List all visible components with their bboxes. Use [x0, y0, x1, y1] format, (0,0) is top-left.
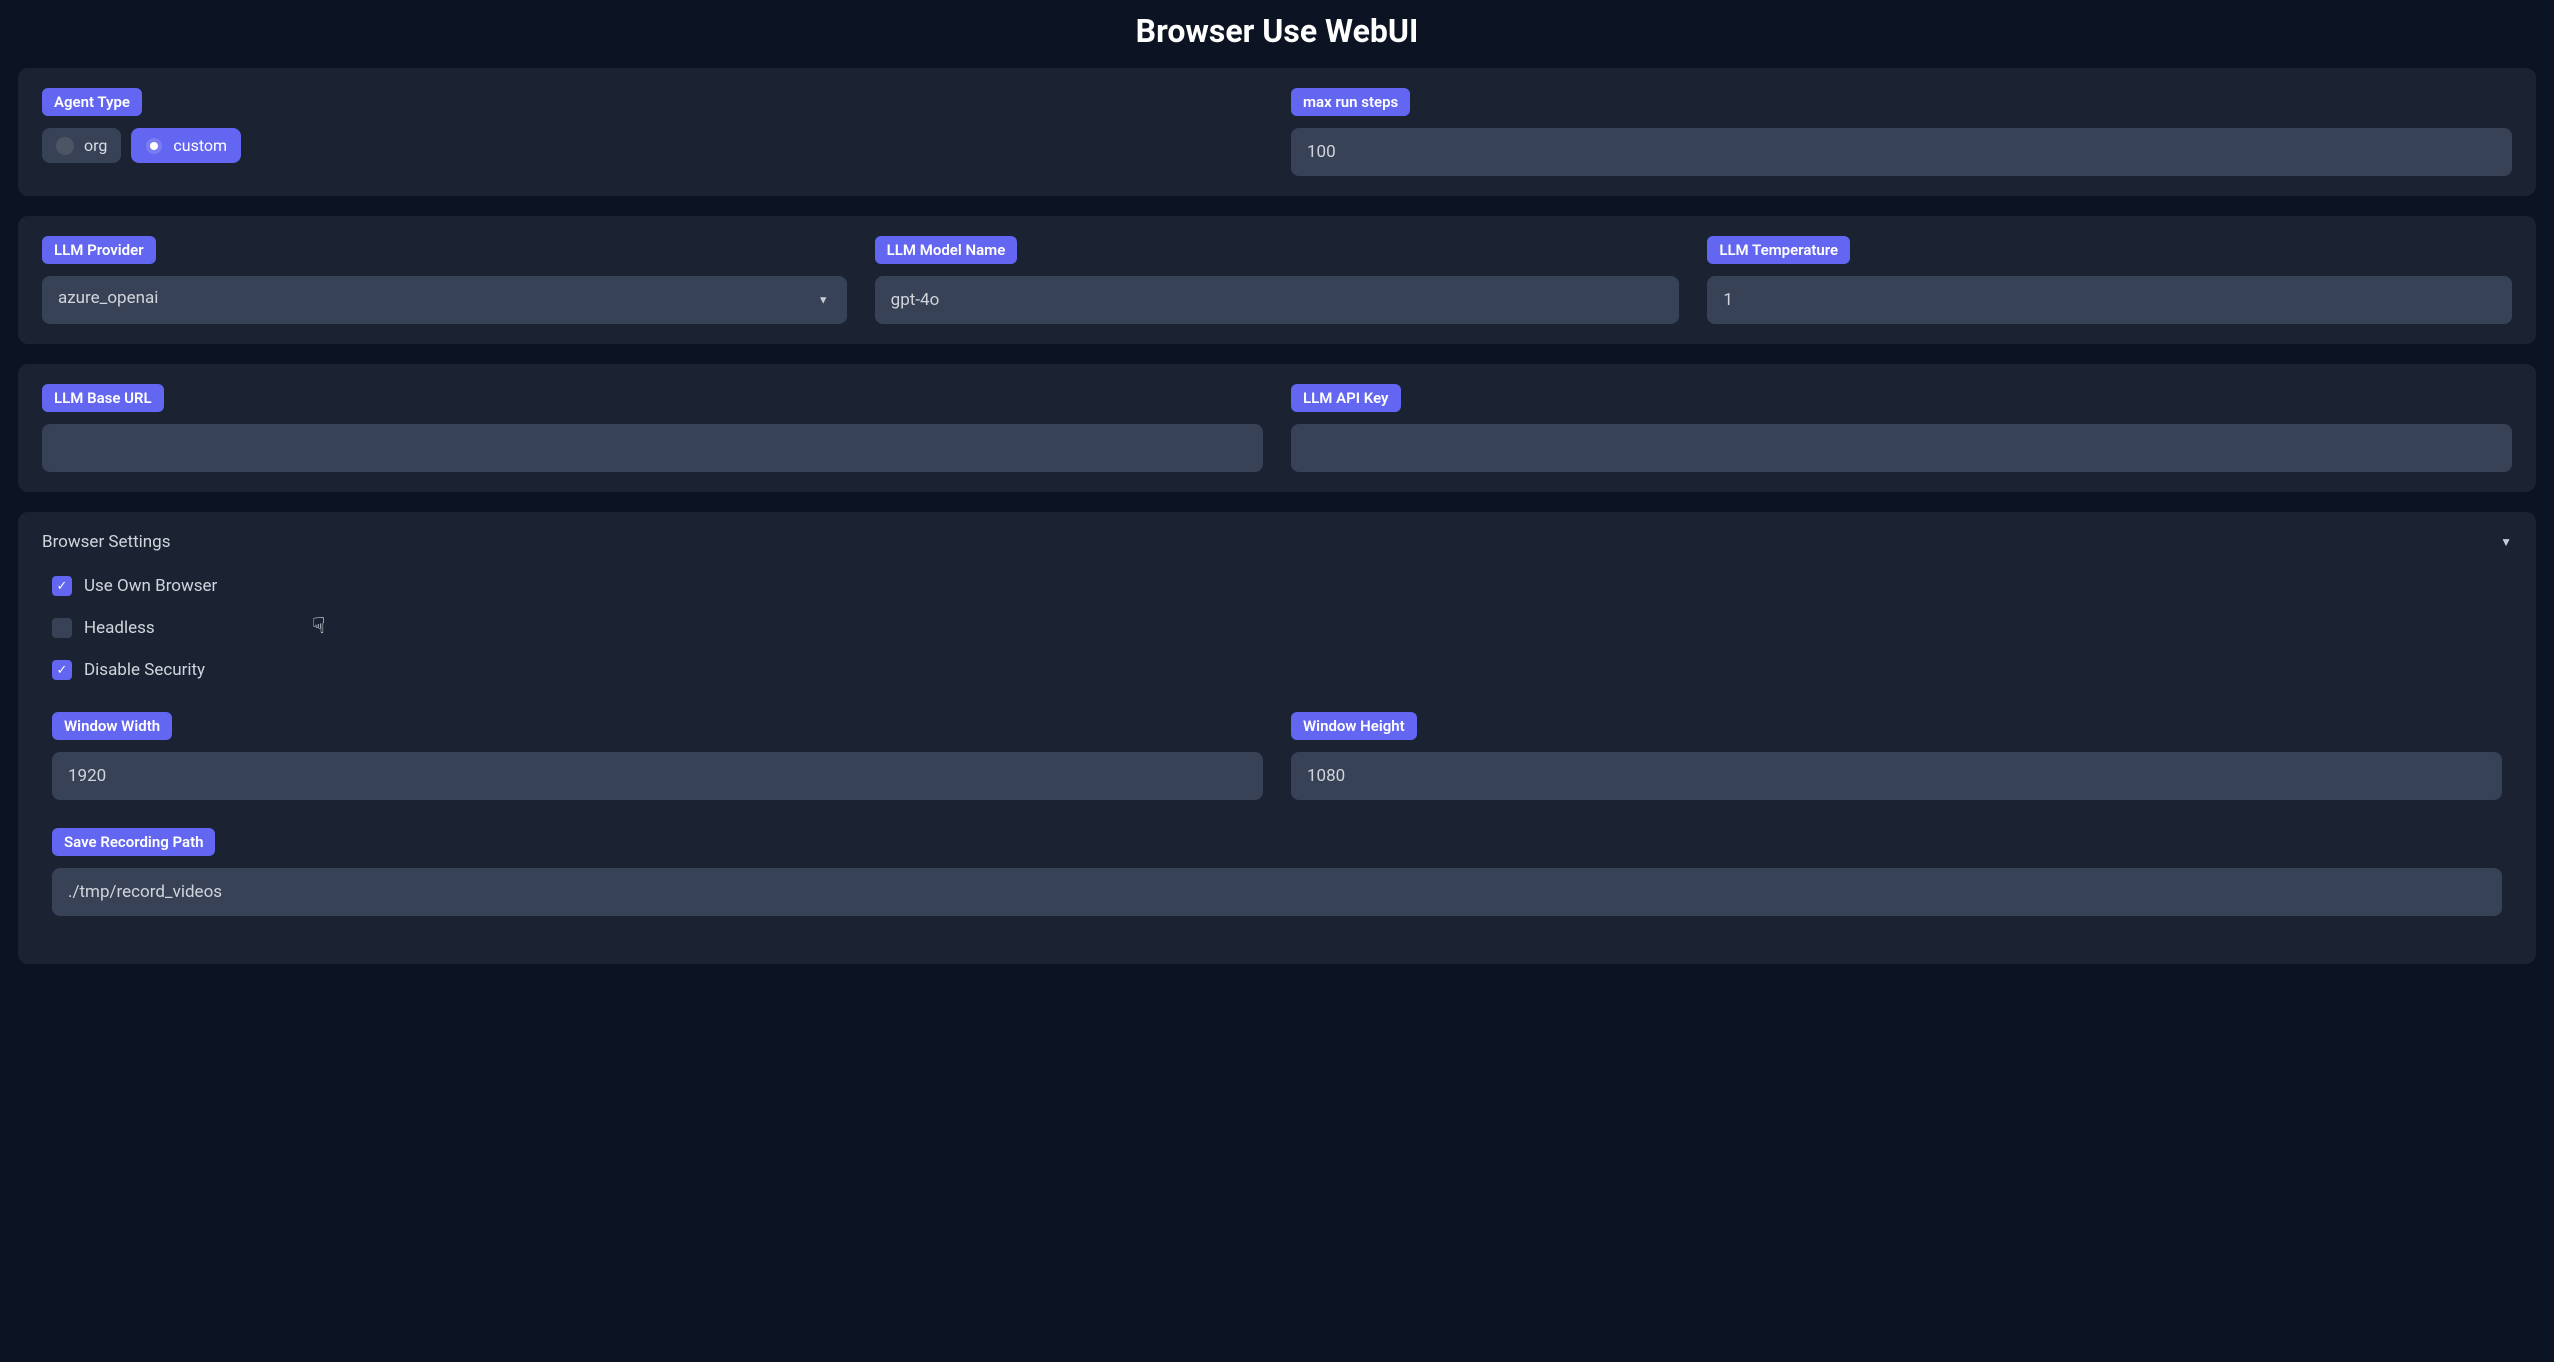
- window-height-input[interactable]: [1291, 752, 2502, 800]
- llm-temperature-input[interactable]: [1707, 276, 2512, 324]
- page-title: Browser Use WebUI: [0, 0, 2554, 68]
- llm-auth-card: LLM Base URL LLM API Key: [18, 364, 2536, 492]
- window-height-label: Window Height: [1291, 712, 1417, 740]
- check-label: Headless: [84, 618, 155, 638]
- llm-provider-label: LLM Provider: [42, 236, 156, 264]
- agent-type-radio-org[interactable]: org: [42, 128, 121, 163]
- browser-settings-accordion-header[interactable]: Browser Settings ▼: [42, 532, 2512, 552]
- check-icon: ✓: [52, 660, 72, 680]
- check-icon: ✓: [52, 576, 72, 596]
- browser-settings-title: Browser Settings: [42, 532, 171, 552]
- llm-model-name-input[interactable]: [875, 276, 1680, 324]
- llm-api-key-label: LLM API Key: [1291, 384, 1401, 412]
- browser-settings-checklist: ✓ Use Own Browser Headless ☟ ✓ Disable S…: [42, 572, 2512, 698]
- window-width-label: Window Width: [52, 712, 172, 740]
- save-recording-path-label: Save Recording Path: [52, 828, 215, 856]
- headless-check[interactable]: Headless ☟: [52, 618, 2502, 638]
- check-label: Use Own Browser: [84, 576, 217, 596]
- llm-base-url-input[interactable]: [42, 424, 1263, 472]
- llm-config-card: LLM Provider azure_openai ▼ LLM Model Na…: [18, 216, 2536, 344]
- agent-type-radio-custom[interactable]: custom: [131, 128, 241, 163]
- save-recording-path-input[interactable]: [52, 868, 2502, 916]
- radio-label: org: [84, 136, 107, 155]
- agent-run-card: Agent Type org custom max run steps: [18, 68, 2536, 196]
- use-own-browser-check[interactable]: ✓ Use Own Browser: [52, 576, 2502, 596]
- chevron-down-icon: ▼: [2500, 535, 2512, 549]
- radio-label: custom: [173, 136, 227, 155]
- agent-type-radio-group: org custom: [42, 128, 1263, 163]
- disable-security-check[interactable]: ✓ Disable Security: [52, 660, 2502, 680]
- check-label: Disable Security: [84, 660, 205, 680]
- llm-provider-select[interactable]: azure_openai: [42, 276, 847, 324]
- llm-base-url-label: LLM Base URL: [42, 384, 164, 412]
- cursor-icon: ☟: [312, 614, 325, 639]
- radio-dot-icon: [56, 137, 74, 155]
- max-run-steps-label: max run steps: [1291, 88, 1410, 116]
- radio-dot-icon: [150, 142, 158, 150]
- max-run-steps-input[interactable]: [1291, 128, 2512, 176]
- llm-api-key-input[interactable]: [1291, 424, 2512, 472]
- llm-temperature-label: LLM Temperature: [1707, 236, 1850, 264]
- llm-model-name-label: LLM Model Name: [875, 236, 1018, 264]
- check-icon: [52, 618, 72, 638]
- window-width-input[interactable]: [52, 752, 1263, 800]
- browser-settings-card: Browser Settings ▼ ✓ Use Own Browser Hea…: [18, 512, 2536, 964]
- agent-type-label: Agent Type: [42, 88, 142, 116]
